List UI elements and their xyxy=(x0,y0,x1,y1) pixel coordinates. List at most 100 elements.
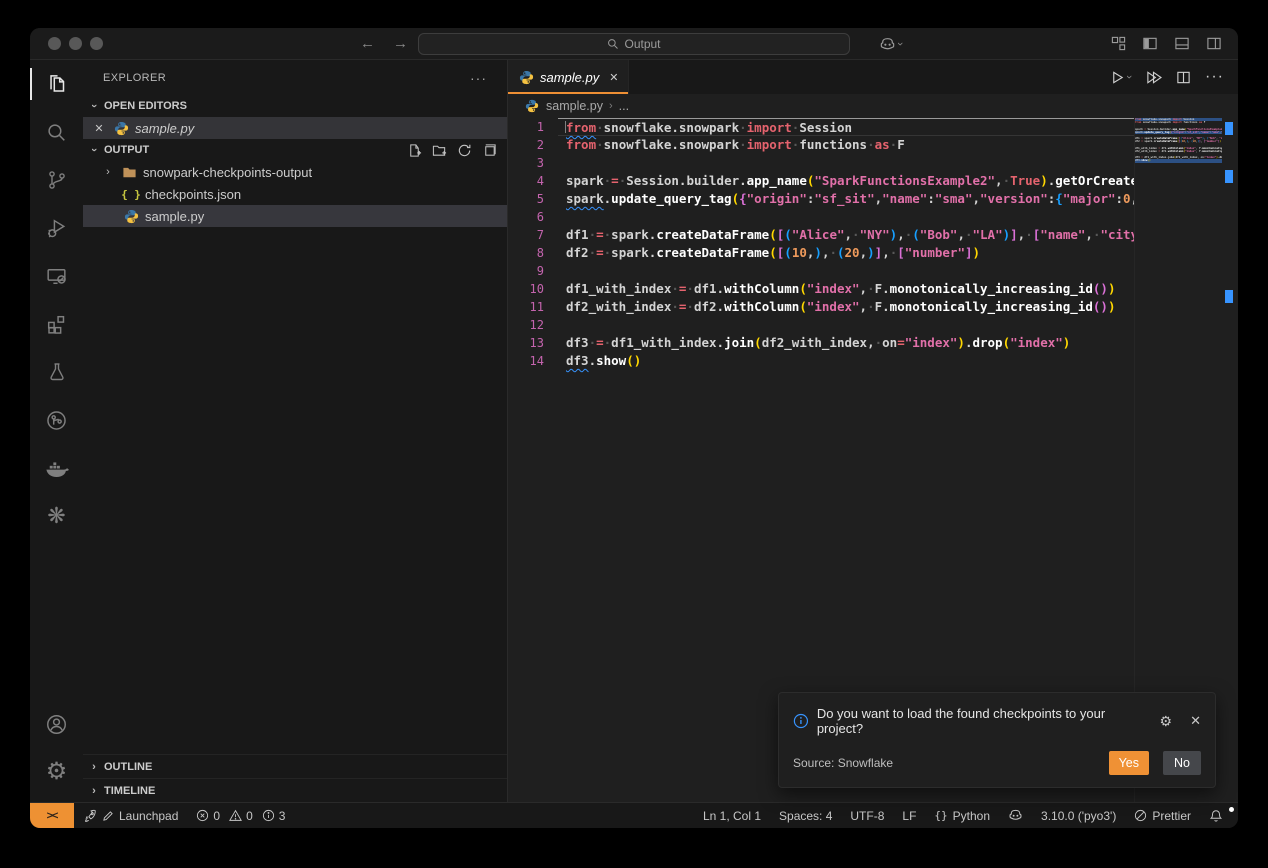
account-icon xyxy=(44,712,69,737)
code-line[interactable]: 13df3·=·df1_with_index.join(df2_with_ind… xyxy=(508,334,1134,352)
open-editors-header[interactable]: › OPEN EDITORS xyxy=(83,95,507,117)
workspace-header[interactable]: › OUTPUT xyxy=(83,139,507,161)
code-line[interactable]: 10df1_with_index·=·df1.withColumn("index… xyxy=(508,280,1134,298)
line-number[interactable]: 8 xyxy=(508,244,558,262)
tree-item-python[interactable]: sample.py xyxy=(83,205,507,227)
remote-indicator[interactable]: >< xyxy=(30,803,74,828)
code-line[interactable]: 12 xyxy=(508,316,1134,334)
line-number[interactable]: 1 xyxy=(508,118,558,136)
toggle-panel-icon[interactable] xyxy=(1174,36,1190,51)
new-folder-icon[interactable] xyxy=(432,143,447,158)
activity-git-graph[interactable] xyxy=(30,396,83,444)
formatter-status[interactable]: Prettier xyxy=(1125,809,1200,823)
new-file-icon[interactable] xyxy=(407,143,422,158)
encoding[interactable]: UTF-8 xyxy=(841,809,893,823)
collapse-all-icon[interactable] xyxy=(482,143,497,158)
line-number[interactable]: 6 xyxy=(508,208,558,226)
close-icon[interactable]: ✕ xyxy=(91,122,107,135)
breadcrumb[interactable]: sample.py › ... xyxy=(508,94,1238,118)
activity-explorer[interactable] xyxy=(30,60,83,108)
customize-layout-icon[interactable] xyxy=(1111,36,1126,51)
line-number[interactable]: 2 xyxy=(508,136,558,154)
tree-item-json[interactable]: { } checkpoints.json xyxy=(83,183,507,205)
line-number[interactable]: 7 xyxy=(508,226,558,244)
python-interpreter[interactable]: 3.10.0 ('pyo3') xyxy=(1032,809,1125,823)
activity-snowflake[interactable]: ❋ xyxy=(30,492,83,540)
more-actions-icon[interactable]: ··· xyxy=(1205,68,1224,86)
indentation[interactable]: Spaces: 4 xyxy=(770,809,841,823)
problems-item[interactable]: 0 0 3 xyxy=(187,809,294,823)
line-number[interactable]: 5 xyxy=(508,190,558,208)
line-number[interactable]: 13 xyxy=(508,334,558,352)
nav-forward-icon[interactable]: → xyxy=(393,35,408,52)
activity-extensions[interactable] xyxy=(30,300,83,348)
python-icon xyxy=(113,120,129,136)
yes-button[interactable]: Yes xyxy=(1109,751,1149,775)
code-line[interactable]: 4spark·=·Session.builder.app_name("Spark… xyxy=(508,172,1134,190)
breadcrumb-file[interactable]: sample.py xyxy=(546,99,603,113)
bell-icon xyxy=(1209,809,1223,823)
toggle-secondary-sidebar-icon[interactable] xyxy=(1206,36,1222,51)
tab-sample-py[interactable]: sample.py ✕ xyxy=(508,60,629,94)
notification-settings-icon[interactable]: ⚙ xyxy=(1160,713,1173,730)
line-number[interactable]: 3 xyxy=(508,154,558,172)
activity-search[interactable] xyxy=(30,108,83,156)
outline-section[interactable]: › OUTLINE xyxy=(83,754,507,778)
launchpad-item[interactable]: Launchpad xyxy=(74,809,187,823)
minimize-window-button[interactable] xyxy=(69,37,82,50)
code-line[interactable]: 14df3.show() xyxy=(508,352,1134,370)
breadcrumb-symbol[interactable]: ... xyxy=(619,99,629,113)
notification-close-icon[interactable]: ✕ xyxy=(1190,713,1201,729)
activity-docker[interactable] xyxy=(30,444,83,492)
timeline-section[interactable]: › TIMELINE xyxy=(83,778,507,802)
snowflake-icon: ❋ xyxy=(47,505,65,527)
activity-source-control[interactable] xyxy=(30,156,83,204)
nav-back-icon[interactable]: ← xyxy=(360,35,375,52)
source-control-icon xyxy=(45,168,69,192)
overview-ruler[interactable] xyxy=(1222,118,1238,802)
language-mode[interactable]: {} Python xyxy=(925,809,999,823)
copilot-status[interactable] xyxy=(999,808,1032,823)
vscode-window: ← → Output › xyxy=(30,28,1238,828)
close-window-button[interactable] xyxy=(48,37,61,50)
toggle-primary-sidebar-icon[interactable] xyxy=(1142,36,1158,51)
open-editor-item[interactable]: ✕ sample.py xyxy=(83,117,507,139)
code-line[interactable]: 11df2_with_index·=·df2.withColumn("index… xyxy=(508,298,1134,316)
rocket-icon xyxy=(83,809,97,823)
code-line[interactable]: 7df1·=·spark.createDataFrame([("Alice",·… xyxy=(508,226,1134,244)
line-number[interactable]: 12 xyxy=(508,316,558,334)
chevron-down-icon: › xyxy=(1123,75,1135,79)
code-line[interactable]: 1from·snowflake.snowpark·import·Session xyxy=(508,118,1134,136)
line-number[interactable]: 4 xyxy=(508,172,558,190)
code-line[interactable]: 9 xyxy=(508,262,1134,280)
activity-remote-explorer[interactable] xyxy=(30,252,83,300)
activity-settings[interactable]: ⚙ xyxy=(30,748,83,796)
activity-testing[interactable] xyxy=(30,348,83,396)
line-number[interactable]: 9 xyxy=(508,262,558,280)
activity-accounts[interactable] xyxy=(30,700,83,748)
refresh-icon[interactable] xyxy=(457,143,472,158)
command-center-search[interactable]: Output xyxy=(418,33,850,55)
no-button[interactable]: No xyxy=(1163,751,1201,775)
more-actions-icon[interactable]: ··· xyxy=(470,70,487,86)
line-number[interactable]: 14 xyxy=(508,352,558,370)
notification-message: Do you want to load the found checkpoint… xyxy=(817,706,1152,736)
code-line[interactable]: 3 xyxy=(508,154,1134,172)
copilot-menu[interactable]: › xyxy=(879,28,902,60)
code-line[interactable]: 6 xyxy=(508,208,1134,226)
close-tab-icon[interactable]: ✕ xyxy=(609,71,618,84)
line-number[interactable]: 11 xyxy=(508,298,558,316)
run-all-icon[interactable] xyxy=(1145,70,1162,85)
zoom-window-button[interactable] xyxy=(90,37,103,50)
code-line[interactable]: 2from·snowflake.snowpark·import·function… xyxy=(508,136,1134,154)
notifications-bell[interactable] xyxy=(1200,809,1232,823)
eol[interactable]: LF xyxy=(893,809,925,823)
split-editor-icon[interactable] xyxy=(1176,70,1191,85)
activity-run-debug[interactable] xyxy=(30,204,83,252)
cursor-position[interactable]: Ln 1, Col 1 xyxy=(694,809,770,823)
code-line[interactable]: 5spark.update_query_tag({"origin":"sf_si… xyxy=(508,190,1134,208)
code-line[interactable]: 8df2·=·spark.createDataFrame([(10,),·(20… xyxy=(508,244,1134,262)
line-number[interactable]: 10 xyxy=(508,280,558,298)
tree-item-folder[interactable]: › snowpark-checkpoints-output xyxy=(83,161,507,183)
run-python-file-button[interactable]: › xyxy=(1110,70,1131,85)
